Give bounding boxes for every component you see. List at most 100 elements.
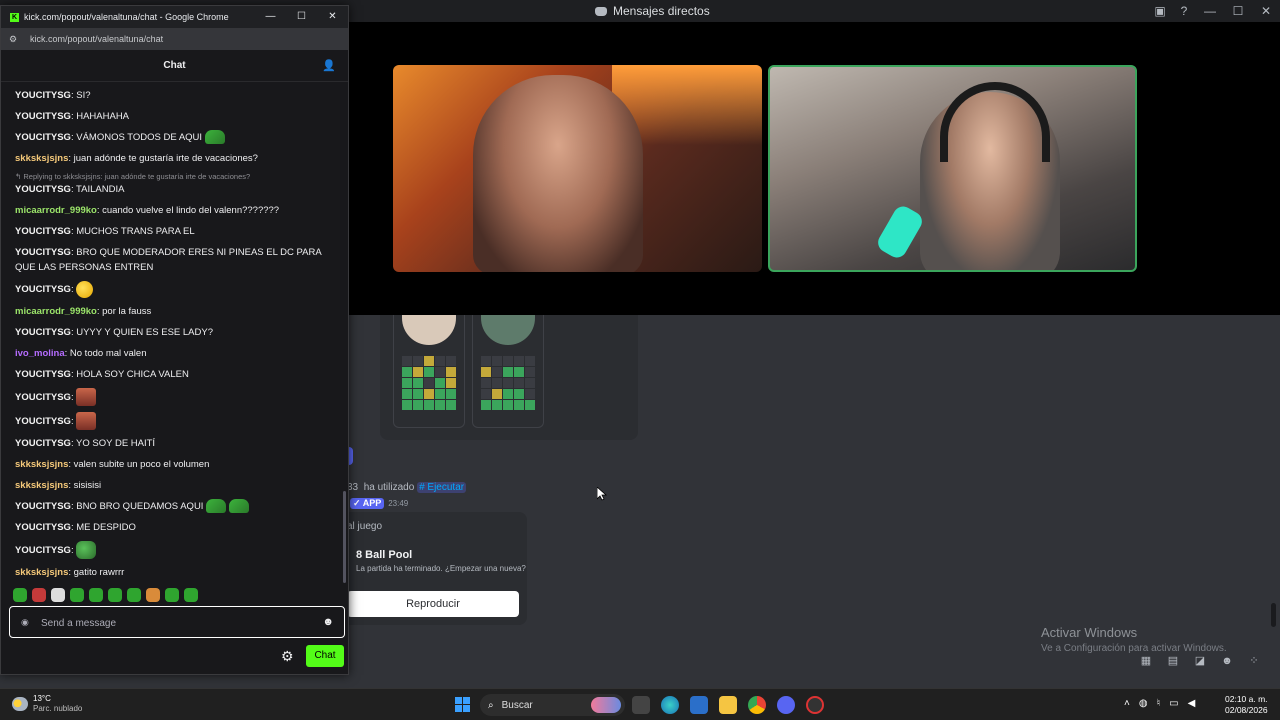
chat-username[interactable]: YOUCITYSG xyxy=(15,392,71,403)
emote-button[interactable] xyxy=(51,588,65,602)
emoji-icon[interactable]: ☻ xyxy=(322,616,334,628)
emote-button[interactable] xyxy=(184,588,198,602)
emote-icon[interactable] xyxy=(204,130,225,145)
player-result-1 xyxy=(393,315,465,428)
chat-username[interactable]: skksksjsjns xyxy=(15,567,68,578)
chat-username[interactable]: YOUCITYSG xyxy=(15,132,71,143)
emote-icon[interactable] xyxy=(76,281,94,298)
chat-input-box[interactable]: ◉ ☻ xyxy=(9,606,345,638)
sticker-icon[interactable]: ◪ xyxy=(1193,654,1207,668)
gif-icon[interactable]: ▤ xyxy=(1166,654,1180,668)
chat-settings-icon[interactable]: ⚙ xyxy=(281,648,294,665)
emote-button[interactable] xyxy=(89,588,103,602)
chat-username[interactable]: YOUCITYSG xyxy=(15,327,71,338)
file-explorer-icon[interactable] xyxy=(719,696,737,714)
chat-username[interactable]: YOUCITYSG xyxy=(15,501,71,512)
chat-username[interactable]: YOUCITYSG xyxy=(15,247,71,258)
partly-cloudy-icon xyxy=(12,697,28,711)
chrome-close-button[interactable]: ✕ xyxy=(317,6,348,28)
chat-message: skksksjsjns: valen subite un poco el vol… xyxy=(15,457,334,472)
chat-username[interactable]: ivo_molina xyxy=(15,348,65,359)
message-input[interactable] xyxy=(41,614,311,632)
chat-username[interactable]: skksksjsjns xyxy=(15,153,68,164)
reply-reference[interactable]: ↰ Replying to skksksjsjns: juan adónde t… xyxy=(15,172,334,182)
display-icon[interactable]: ▭ xyxy=(1169,698,1178,709)
command-mention[interactable]: # Ejecutar xyxy=(417,482,467,493)
volume-icon[interactable]: ◀ xyxy=(1188,698,1196,709)
taskbar-clock[interactable]: 02:10 a. m. 02/08/2026 xyxy=(1225,694,1268,716)
chat-message: micaarrodr_999ko: por la fauss xyxy=(15,304,334,319)
emote-button[interactable] xyxy=(146,588,160,602)
chat-message-text: : YO SOY DE HAITÍ xyxy=(70,438,156,449)
apps-icon[interactable]: ⁘ xyxy=(1247,654,1261,668)
help-icon[interactable]: ? xyxy=(1172,4,1196,18)
emote-icon[interactable] xyxy=(206,499,227,514)
gift-icon[interactable]: ▦ xyxy=(1139,654,1153,668)
emote-button[interactable] xyxy=(70,588,84,602)
video-tile-2-speaking[interactable] xyxy=(768,65,1137,272)
discord-icon[interactable] xyxy=(777,696,795,714)
chat-username[interactable]: skksksjsjns xyxy=(15,480,68,491)
chrome-icon[interactable] xyxy=(748,696,766,714)
video-tile-1[interactable] xyxy=(393,65,762,272)
app-icon[interactable] xyxy=(806,696,824,714)
emote-button[interactable] xyxy=(165,588,179,602)
url-text[interactable]: kick.com/popout/valenaltuna/chat xyxy=(30,34,163,44)
inbox-icon[interactable]: ▣ xyxy=(1148,4,1172,18)
users-icon[interactable]: 👤 xyxy=(322,59,336,72)
windows-activation-watermark: Activar Windows Ve a Configuración para … xyxy=(1041,625,1227,654)
discord-scrollbar[interactable] xyxy=(1271,603,1276,627)
chat-messages: YOUCITYSG: SI? YOUCITYSG: HAHAHAHA YOUCITY… xyxy=(1,88,348,584)
chat-username[interactable]: micaarrodr_999ko xyxy=(15,205,97,216)
emote-button[interactable] xyxy=(32,588,46,602)
start-button[interactable] xyxy=(455,697,470,712)
chat-username[interactable]: YOUCITYSG xyxy=(15,369,71,380)
chat-username[interactable]: YOUCITYSG xyxy=(15,438,71,449)
chat-username[interactable]: YOUCITYSG xyxy=(15,284,71,295)
chat-message: YOUCITYSG: VÁMONOS TODOS DE AQUI xyxy=(15,130,334,145)
emote-button[interactable] xyxy=(127,588,141,602)
chat-username[interactable]: YOUCITYSG xyxy=(15,416,71,427)
chat-username[interactable]: YOUCITYSG xyxy=(15,90,71,101)
chat-username[interactable]: YOUCITYSG xyxy=(15,111,71,122)
address-bar[interactable]: ⚙ kick.com/popout/valenaltuna/chat xyxy=(1,28,348,50)
edge-icon[interactable] xyxy=(661,696,679,714)
emote-icon[interactable] xyxy=(76,541,97,559)
chevron-up-icon[interactable]: ˄ xyxy=(1124,698,1130,709)
microphone-icon[interactable]: ♮ xyxy=(1157,698,1161,709)
chat-username[interactable]: skksksjsjns xyxy=(15,459,68,470)
chat-username[interactable]: micaarrodr_999ko xyxy=(15,306,97,317)
emote-icon[interactable] xyxy=(228,499,249,514)
chat-username[interactable]: YOUCITYSG xyxy=(15,184,71,195)
chat-message: YOUCITYSG: SI? xyxy=(15,88,334,103)
player-result-2 xyxy=(472,315,544,428)
emote-button[interactable] xyxy=(13,588,27,602)
site-info-icon[interactable]: ⚙ xyxy=(9,34,25,45)
emoji-icon[interactable]: ☻ xyxy=(1220,654,1234,668)
discord-maximize-button[interactable]: ☐ xyxy=(1224,4,1252,18)
emote-icon[interactable] xyxy=(76,388,97,406)
taskbar-search[interactable]: ⌕ Buscar xyxy=(480,694,625,716)
network-icon[interactable]: ◍ xyxy=(1139,698,1148,709)
chat-message-text: : VÁMONOS TODOS DE AQUI xyxy=(70,132,203,143)
discord-close-button[interactable]: ✕ xyxy=(1252,4,1280,18)
emote-icon[interactable] xyxy=(76,412,97,430)
play-button[interactable]: Reproducir xyxy=(347,591,519,617)
chrome-minimize-button[interactable]: — xyxy=(255,6,286,28)
chat-header: Chat 👤 xyxy=(1,50,348,82)
chat-scrollbar[interactable] xyxy=(343,491,346,583)
emote-button[interactable] xyxy=(108,588,122,602)
chat-username[interactable]: YOUCITYSG xyxy=(15,226,71,237)
task-view-icon[interactable] xyxy=(632,696,650,714)
chat-username[interactable]: YOUCITYSG xyxy=(15,545,71,556)
store-icon[interactable] xyxy=(690,696,708,714)
message-timestamp: 23:49 xyxy=(388,499,409,508)
weather-widget[interactable]: 13°C Parc. nublado xyxy=(12,694,82,714)
discord-minimize-button[interactable]: — xyxy=(1196,4,1224,18)
chrome-maximize-button[interactable]: ☐ xyxy=(286,6,317,28)
wordle-grid xyxy=(402,356,456,410)
taskbar-apps xyxy=(632,696,824,714)
chat-message: micaarrodr_999ko: cuando vuelve el lindo… xyxy=(15,203,334,218)
send-chat-button[interactable]: Chat xyxy=(306,645,344,667)
chat-username[interactable]: YOUCITYSG xyxy=(15,522,71,533)
